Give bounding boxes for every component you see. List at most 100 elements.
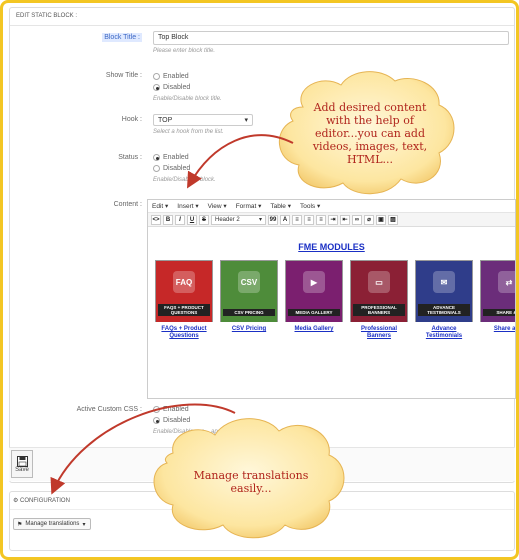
manage-translations-label: Manage translations: [25, 521, 80, 527]
show-title-label: Show Title :: [105, 72, 142, 79]
bold-button[interactable]: B: [163, 214, 173, 225]
heading-select[interactable]: Header 2 ▾: [211, 214, 266, 225]
block-title-help: Please enter block title.: [153, 48, 216, 54]
module-tile[interactable]: ✉ Advance Testimonials Advance Testimonial…: [415, 260, 473, 340]
module-tile[interactable]: FAQ FAQs + Product Questions FAQs + Produc…: [155, 260, 213, 340]
module-tile[interactable]: ▶ Media Gallery Media Gallery: [285, 260, 343, 340]
menu-table[interactable]: Table ▾: [270, 202, 291, 210]
module-icon: FAQ: [173, 271, 195, 293]
radio-dot-selected: [153, 154, 160, 161]
module-tile[interactable]: ⇄ Share & ... Share an...: [480, 260, 515, 340]
manage-translations-button[interactable]: ⚑ Manage translations ▾: [13, 518, 91, 530]
editor-toolbar: <> B I U S Header 2 ▾ 99 A ≡ ≡ ≡ ⇥ ⇤ ∞ ⌀ …: [148, 213, 515, 227]
panel-title: EDIT STATIC BLOCK :: [10, 8, 514, 26]
configuration-panel: ⚙ CONFIGURATION ⚑ Manage translations ▾: [9, 491, 515, 551]
status-label: Status :: [118, 154, 142, 161]
module-image[interactable]: ▭ Professional Banners: [350, 260, 408, 322]
module-icon: ✉: [433, 271, 455, 293]
radio-label: Disabled: [163, 165, 191, 172]
menu-format[interactable]: Format ▾: [236, 202, 262, 210]
custom-css-enabled-radio[interactable]: Enabled: [153, 404, 229, 415]
radio-dot-selected: [153, 84, 160, 91]
save-button[interactable]: Save: [11, 450, 33, 478]
fme-modules-heading[interactable]: FME MODULES: [148, 242, 515, 252]
radio-label: Enabled: [163, 73, 189, 80]
custom-css-help: Enable/Disable cus... apply).: [153, 429, 230, 435]
caret-down-icon: ▾: [258, 217, 262, 223]
hook-select[interactable]: TOP ▾: [153, 114, 253, 126]
status-enabled-radio[interactable]: Enabled: [153, 152, 216, 163]
bullet-list-icon[interactable]: ≡: [292, 214, 302, 225]
cogs-icon: ⚙: [13, 498, 21, 504]
unlink-icon[interactable]: ⌀: [364, 214, 374, 225]
module-icon: ⇄: [498, 271, 515, 293]
radio-dot-selected: [153, 417, 160, 424]
module-image[interactable]: CSV CSV Pricing: [220, 260, 278, 322]
menu-tools[interactable]: Tools ▾: [300, 202, 320, 210]
outdent-icon[interactable]: ⇤: [340, 214, 350, 225]
link-icon[interactable]: ∞: [352, 214, 362, 225]
numbered-list-icon[interactable]: ≡: [304, 214, 314, 225]
module-image[interactable]: ✉ Advance Testimonials: [415, 260, 473, 322]
module-image-label: FAQs + Product Questions: [158, 304, 210, 316]
module-image-label: Share & ...: [483, 309, 515, 316]
module-tile[interactable]: ▭ Professional Banners Professional Banner…: [350, 260, 408, 340]
radio-label: Enabled: [163, 154, 189, 161]
editor-content[interactable]: FME MODULES FAQ FAQs + Product Questions F…: [148, 228, 515, 388]
menu-edit[interactable]: Edit ▾: [152, 202, 168, 210]
strikethrough-button[interactable]: S: [199, 214, 209, 225]
show-title-field: Enabled Disabled Enable/Disable block ti…: [153, 71, 222, 102]
module-image[interactable]: ⇄ Share & ...: [480, 260, 515, 322]
radio-dot: [153, 73, 160, 80]
floppy-icon: [16, 455, 28, 467]
configuration-title: CONFIGURATION: [20, 498, 70, 504]
editor-menubar: Edit ▾ Insert ▾ View ▾ Format ▾ Table ▾ …: [148, 200, 515, 213]
block-title-label: Block Title :: [102, 33, 142, 42]
module-link[interactable]: Advance Testimonials: [415, 326, 473, 340]
source-code-button[interactable]: <>: [151, 214, 161, 225]
menu-insert[interactable]: Insert ▾: [177, 202, 198, 210]
module-tiles: FAQ FAQs + Product Questions FAQs + Produc…: [148, 252, 515, 340]
module-link[interactable]: Media Gallery: [285, 326, 343, 333]
block-title-input[interactable]: Top Block: [153, 31, 509, 45]
module-image[interactable]: FAQ FAQs + Product Questions: [155, 260, 213, 322]
italic-button[interactable]: I: [175, 214, 185, 225]
configuration-header: ⚙ CONFIGURATION: [10, 492, 514, 510]
screenshot-frame: EDIT STATIC BLOCK : Block Title : Top Bl…: [0, 0, 519, 560]
module-tile[interactable]: CSV CSV Pricing CSV Pricing: [220, 260, 278, 340]
font-color-button[interactable]: A: [280, 214, 290, 225]
save-bar: Save: [9, 447, 515, 481]
underline-button[interactable]: U: [187, 214, 197, 225]
hook-field: TOP ▾ Select a hook from the list.: [153, 114, 253, 135]
radio-dot: [153, 406, 160, 413]
custom-css-label: Active Custom CSS :: [76, 406, 142, 413]
align-left-icon[interactable]: ≡: [316, 214, 326, 225]
module-image[interactable]: ▶ Media Gallery: [285, 260, 343, 322]
indent-icon[interactable]: ⇥: [328, 214, 338, 225]
module-image-label: CSV Pricing: [223, 309, 275, 316]
image-icon[interactable]: ▨: [388, 214, 398, 225]
rich-text-editor: Edit ▾ Insert ▾ View ▾ Format ▾ Table ▾ …: [147, 199, 516, 399]
blockquote-button[interactable]: 99: [268, 214, 278, 225]
menu-view[interactable]: View ▾: [208, 202, 227, 210]
custom-css-field: Enabled Disabled Enable/Disable cus... a…: [153, 404, 229, 435]
save-label: Save: [15, 466, 29, 473]
module-icon: ▶: [303, 271, 325, 293]
status-field: Enabled Disabled Enable/Disable a block.: [153, 152, 216, 183]
module-image-label: Media Gallery: [288, 309, 340, 316]
media-icon[interactable]: ▣: [376, 214, 386, 225]
status-disabled-radio[interactable]: Disabled: [153, 163, 216, 174]
module-icon: ▭: [368, 271, 390, 293]
hook-help: Select a hook from the list.: [153, 129, 224, 135]
show-title-enabled-radio[interactable]: Enabled: [153, 71, 222, 82]
radio-dot: [153, 165, 160, 172]
module-link[interactable]: CSV Pricing: [220, 326, 278, 333]
show-title-help: Enable/Disable block title.: [153, 96, 222, 102]
radio-label: Enabled: [163, 406, 189, 413]
module-link[interactable]: Professional Banners: [350, 326, 408, 340]
radio-label: Disabled: [163, 417, 191, 424]
custom-css-disabled-radio[interactable]: Disabled: [153, 415, 229, 426]
module-link[interactable]: Share an...: [480, 326, 515, 333]
show-title-disabled-radio[interactable]: Disabled: [153, 82, 222, 93]
module-link[interactable]: FAQs + Product Questions: [155, 326, 213, 340]
